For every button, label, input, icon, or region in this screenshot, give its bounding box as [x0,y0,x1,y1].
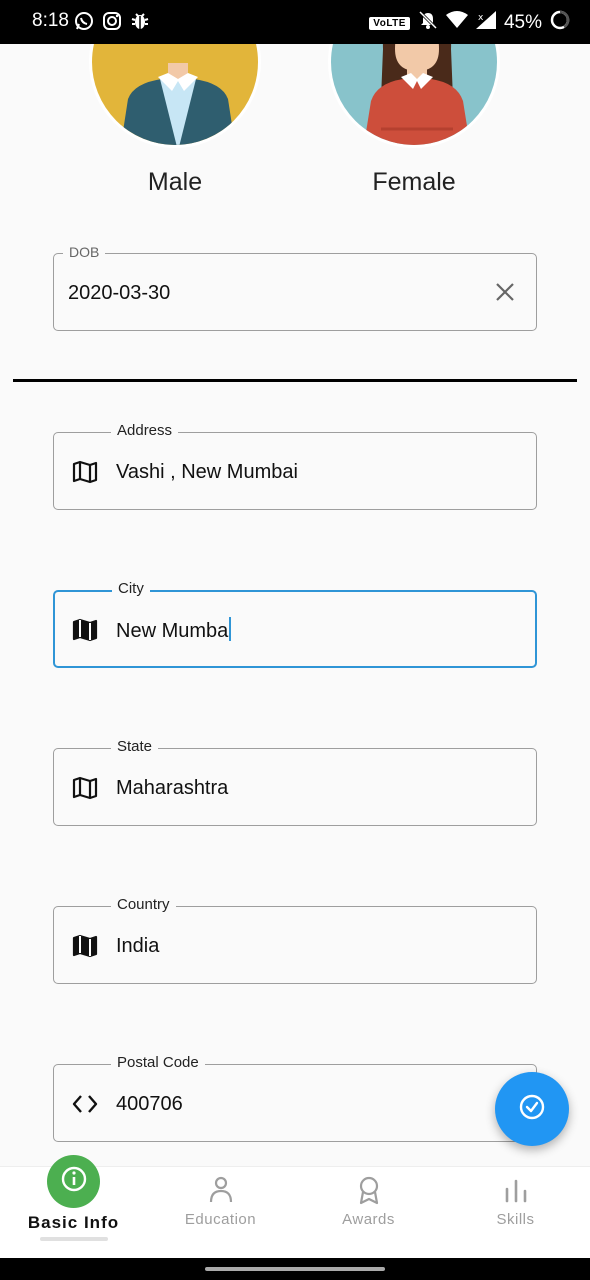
address-value: Vashi , New Mumbai [116,461,298,483]
battery-percent: 45% [503,12,542,33]
nav-awards-label: Awards [342,1211,395,1228]
nav-underline [40,1237,108,1241]
notification-icons [74,11,150,31]
state-field[interactable]: State Maharashtra [53,737,537,826]
wifi-icon [445,11,468,35]
city-label: City [112,579,150,599]
nav-skills-label: Skills [496,1211,535,1228]
dob-value: 2020-03-30 [68,282,171,304]
postal-code-label: Postal Code [111,1053,205,1073]
map-icon [72,459,98,485]
bottom-nav: Basic Info Education Awards Skills [0,1155,590,1259]
whatsapp-icon [74,11,94,31]
instagram-icon [102,11,122,31]
text-caret [229,617,232,641]
battery-icon [550,10,570,36]
submit-fab[interactable] [495,1072,569,1146]
status-time: 8:18 [32,10,69,31]
status-right: VoLTE x 45% [369,10,570,36]
nav-basic-info-label: Basic Info [27,1213,120,1232]
nav-skills[interactable]: Skills [442,1167,589,1259]
award-icon [356,1175,382,1210]
male-label: Male [147,168,203,196]
address-label: Address [111,421,179,441]
nav-education[interactable]: Education [147,1167,294,1259]
city-field[interactable]: City New Mumba [53,579,537,668]
section-divider [13,379,577,382]
volte-badge: VoLTE [369,16,410,30]
profile-form: Male Female DOB 2020-03-30 Address Vashi… [0,44,590,1166]
status-bar: 8:18 VoLTE x 45% [0,0,590,44]
state-label: State [111,737,159,757]
male-avatar[interactable] [89,44,261,148]
bar-chart-icon [503,1177,529,1208]
nav-basic-info[interactable]: Basic Info [0,1155,147,1259]
person-icon [208,1175,234,1208]
postal-code-field[interactable]: Postal Code 400706 [53,1053,537,1142]
nav-awards[interactable]: Awards [295,1167,442,1259]
info-icon [60,1165,88,1198]
signal-icon: x [475,11,496,35]
nav-active-indicator [47,1155,100,1208]
check-circle-icon [518,1093,546,1126]
mute-icon [418,10,438,36]
clear-icon[interactable] [494,281,516,303]
female-avatar[interactable] [328,44,500,148]
city-value: New Mumba [116,617,232,644]
nav-education-label: Education [184,1211,257,1228]
city-text: New Mumba [116,620,229,642]
state-value: Maharashtra [116,777,229,799]
svg-text:x: x [478,13,484,23]
map-icon [72,933,98,959]
home-handle[interactable] [205,1267,385,1271]
country-field[interactable]: Country India [53,895,537,984]
postal-code-value: 400706 [116,1093,183,1115]
country-label: Country [111,895,176,915]
dob-label: DOB [63,242,106,262]
dob-field[interactable]: DOB 2020-03-30 [53,242,537,331]
map-icon [72,617,98,643]
gesture-bar [0,1258,590,1280]
female-label: Female [372,168,456,196]
map-icon [72,775,98,801]
code-icon [72,1091,98,1117]
country-value: India [116,935,160,957]
bug-icon [130,11,150,31]
address-field[interactable]: Address Vashi , New Mumbai [53,421,537,510]
